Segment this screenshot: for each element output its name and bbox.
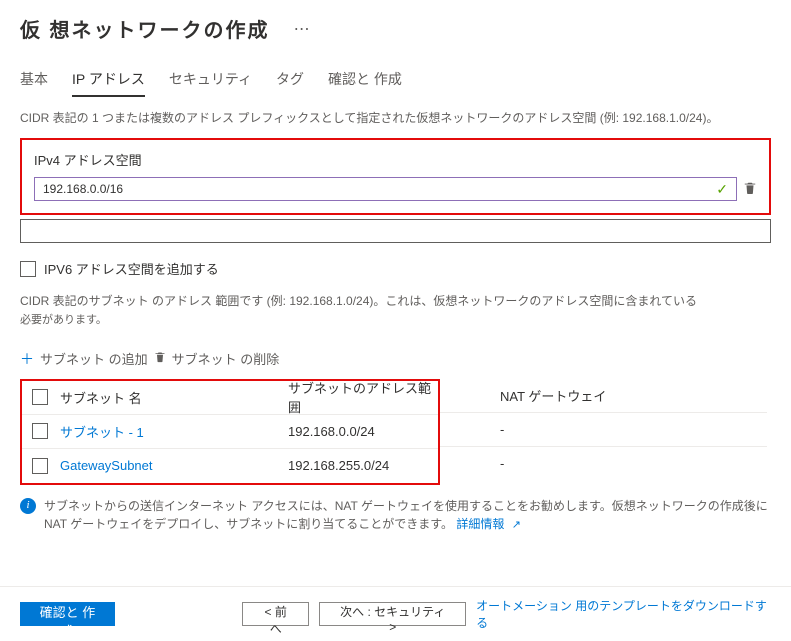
info-icon: i <box>20 498 36 514</box>
address-space-description: CIDR 表記の 1 つまたは複数のアドレス プレフィックスとして指定された仮想… <box>20 109 771 126</box>
tab-basic[interactable]: 基本 <box>20 69 48 97</box>
table-row: - <box>440 447 767 481</box>
subnet-description: CIDR 表記のサブネット のアドレス 範囲です (例: 192.168.1.0… <box>0 292 791 329</box>
add-address-space-input[interactable] <box>20 219 771 243</box>
col-header-nat: NAT ゲートウェイ <box>500 386 700 405</box>
check-icon: ✓ <box>716 181 728 198</box>
ipv4-address-space-section: IPv4 アドレス空間 192.168.0.0/16 ✓ <box>20 138 771 215</box>
add-subnet-button[interactable]: サブネット の追加 <box>40 349 148 368</box>
subnet-table-highlight: サブネット 名 サブネットのアドレス範囲 サブネット - 1 192.168.0… <box>20 379 440 485</box>
subnet-name-link[interactable]: サブネット - 1 <box>60 422 288 441</box>
row-checkbox[interactable] <box>32 423 48 439</box>
nat-value: - <box>500 456 700 471</box>
download-template-link[interactable]: オートメーション 用のテンプレートをダウンロードする <box>476 597 771 631</box>
next-button[interactable]: 次へ : セキュリティ > <box>319 602 466 626</box>
select-all-checkbox[interactable] <box>32 389 48 405</box>
plus-icon: ＋ <box>20 349 34 369</box>
info-text: サブネットからの送信インターネット アクセスには、NAT ゲートウェイを使用する… <box>44 497 771 534</box>
tab-tags[interactable]: タグ <box>276 69 304 97</box>
row-checkbox[interactable] <box>32 458 48 474</box>
ipv4-address-input[interactable]: 192.168.0.0/16 ✓ <box>34 177 737 201</box>
trash-icon <box>154 351 166 366</box>
subnet-range: 192.168.255.0/24 <box>288 458 438 473</box>
review-create-button[interactable]: 確認と 作成 <box>20 602 115 626</box>
tab-review-create[interactable]: 確認と 作成 <box>328 69 402 97</box>
col-header-range: サブネットのアドレス範囲 <box>288 378 438 416</box>
page-title: 仮 想ネットワークの作成 <box>20 14 270 43</box>
table-row: サブネット - 1 192.168.0.0/24 <box>22 415 438 449</box>
tabs: 基本 IP アドレス セキュリティ タグ 確認と 作成 <box>0 51 791 97</box>
learn-more-link[interactable]: 詳細情報 <box>456 517 504 531</box>
subnet-name-link[interactable]: GatewaySubnet <box>60 458 288 473</box>
delete-subnet-button[interactable]: サブネット の削除 <box>172 349 280 368</box>
tab-security[interactable]: セキュリティ <box>169 69 252 97</box>
more-icon[interactable]: ⋯ <box>294 19 310 39</box>
table-row: - <box>440 413 767 447</box>
ipv6-label: IPV6 アドレス空間を追加する <box>44 259 219 278</box>
subnet-range: 192.168.0.0/24 <box>288 424 438 439</box>
col-header-name: サブネット 名 <box>60 388 288 407</box>
previous-button[interactable]: < 前へ <box>242 602 309 626</box>
nat-value: - <box>500 422 700 437</box>
ipv4-label: IPv4 アドレス空間 <box>34 150 757 169</box>
ipv6-checkbox[interactable] <box>20 261 36 277</box>
delete-address-icon[interactable] <box>743 181 757 198</box>
external-link-icon: ↗ <box>512 519 521 531</box>
ipv4-address-value: 192.168.0.0/16 <box>43 182 123 196</box>
tab-ip-address[interactable]: IP アドレス <box>72 69 145 97</box>
table-row: GatewaySubnet 192.168.255.0/24 <box>22 449 438 483</box>
